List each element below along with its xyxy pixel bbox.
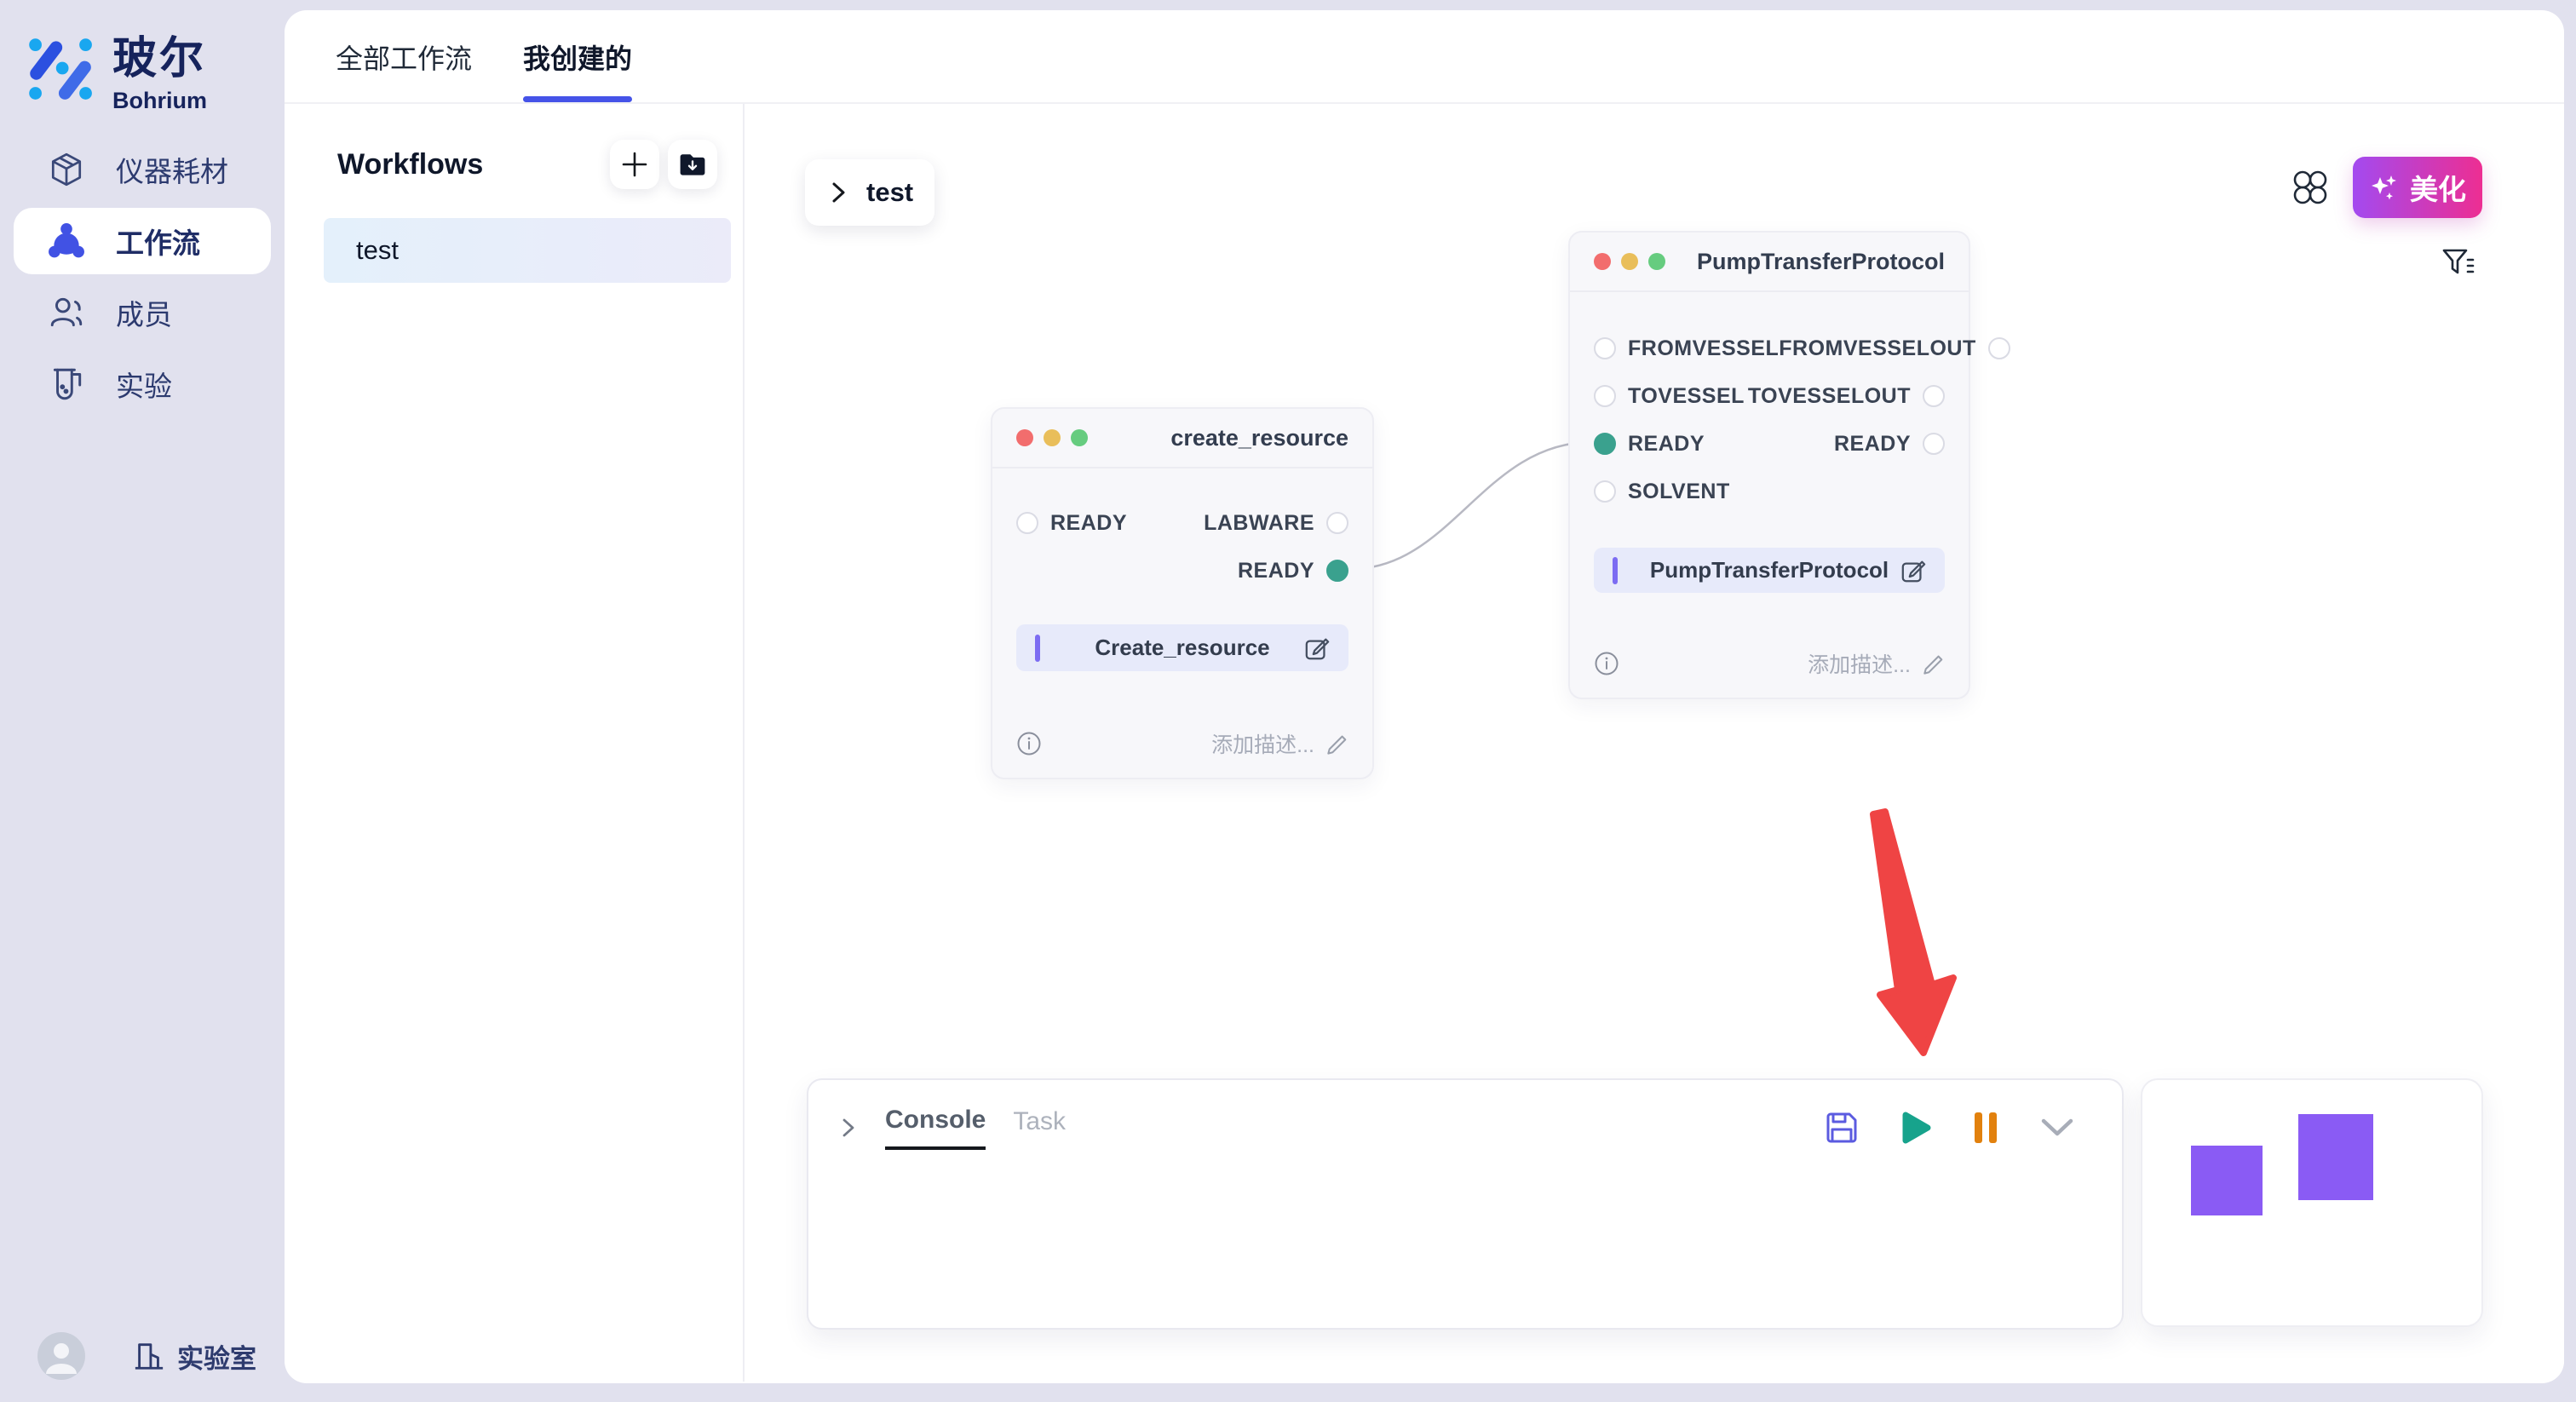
- chevron-right-icon: [829, 180, 848, 205]
- port-tovesselout[interactable]: TOVESSELOUT: [1748, 384, 1945, 409]
- node-title: create_resource: [1170, 425, 1348, 451]
- port-circle[interactable]: [1594, 337, 1616, 359]
- workflow-list-item-test[interactable]: test: [324, 218, 731, 283]
- sparkles-icon: [2369, 172, 2400, 203]
- members-icon: [48, 294, 85, 331]
- traffic-dot-green: [1648, 253, 1665, 270]
- brand-name-en: Bohrium: [112, 88, 207, 114]
- box-icon: [48, 151, 85, 188]
- workflows-title: Workflows: [337, 148, 483, 181]
- port-circle[interactable]: [1594, 385, 1616, 407]
- traffic-dot-yellow: [1044, 429, 1061, 446]
- import-workflow-button[interactable]: [668, 140, 717, 189]
- sidebar-item-instruments[interactable]: 仪器耗材: [14, 136, 271, 203]
- add-description[interactable]: 添加描述...: [1808, 648, 1945, 679]
- port-solvent[interactable]: SOLVENT: [1594, 480, 1730, 504]
- workflow-canvas[interactable]: test 美化: [745, 104, 2564, 1382]
- avatar[interactable]: [37, 1332, 85, 1380]
- text-caret: [1035, 635, 1040, 662]
- edit-square-icon[interactable]: [1900, 558, 1926, 583]
- add-description[interactable]: 添加描述...: [1211, 728, 1348, 759]
- info-icon[interactable]: [1594, 651, 1619, 676]
- command-clover-icon[interactable]: [2291, 169, 2329, 206]
- port-ready-in[interactable]: READY: [1016, 511, 1127, 536]
- experiment-icon: [48, 365, 85, 403]
- port-ready-in[interactable]: READY: [1594, 432, 1705, 457]
- lab-label: 实验室: [177, 1337, 256, 1376]
- brand-name-zh: 玻尔: [112, 22, 207, 86]
- beautify-button[interactable]: 美化: [2353, 157, 2482, 218]
- port-circle-connected[interactable]: [1594, 433, 1616, 455]
- bohrium-logo-icon: [26, 34, 94, 102]
- sidebar-item-label: 实验: [116, 364, 172, 405]
- sidebar: 玻尔 Bohrium 仪器耗材: [0, 0, 285, 1402]
- port-fromvesselout[interactable]: FROMVESSELOUT: [1779, 336, 2010, 361]
- lab-switcher[interactable]: 实验室: [133, 1337, 256, 1376]
- port-labware-out[interactable]: LABWARE: [1204, 511, 1348, 536]
- traffic-dot-yellow: [1621, 253, 1638, 270]
- port-circle[interactable]: [1923, 433, 1945, 455]
- node-title: PumpTransferProtocol: [1697, 249, 1945, 275]
- port-tovessel[interactable]: TOVESSEL: [1594, 384, 1745, 409]
- tab-task[interactable]: Task: [1013, 1107, 1066, 1148]
- save-icon[interactable]: [1824, 1110, 1860, 1146]
- main-content: 全部工作流 我创建的 Workflows: [285, 10, 2564, 1383]
- minimap[interactable]: [2141, 1078, 2483, 1327]
- brand-logo: 玻尔 Bohrium: [26, 22, 207, 114]
- port-circle[interactable]: [1326, 512, 1348, 534]
- edit-square-icon[interactable]: [1304, 635, 1330, 661]
- console-panel: Console Task: [807, 1078, 2124, 1330]
- beautify-label: 美化: [2410, 167, 2466, 208]
- breadcrumb-label: test: [866, 177, 913, 208]
- sidebar-item-label: 成员: [116, 292, 172, 333]
- sidebar-item-label: 工作流: [116, 221, 200, 261]
- sidebar-item-members[interactable]: 成员: [14, 279, 271, 346]
- breadcrumb[interactable]: test: [805, 159, 934, 226]
- node-action-create-resource[interactable]: Create_resource: [1016, 624, 1348, 671]
- pencil-icon: [1326, 733, 1348, 755]
- add-workflow-button[interactable]: [610, 140, 659, 189]
- node-create-resource[interactable]: create_resource READY LABWARE: [991, 407, 1374, 779]
- tab-all-workflows[interactable]: 全部工作流: [336, 37, 472, 102]
- node-action-pump-transfer[interactable]: PumpTransferProtocol: [1594, 548, 1945, 593]
- sidebar-item-experiment[interactable]: 实验: [14, 351, 271, 417]
- folder-download-icon: [677, 149, 708, 180]
- workflow-icon: [48, 222, 85, 260]
- sidebar-item-label: 仪器耗材: [116, 149, 228, 190]
- port-circle-connected[interactable]: [1326, 560, 1348, 582]
- traffic-dot-red: [1016, 429, 1033, 446]
- traffic-dot-green: [1071, 429, 1088, 446]
- sidebar-nav: 仪器耗材 工作流 成员: [0, 136, 285, 417]
- port-ready-out[interactable]: READY: [1238, 559, 1348, 583]
- port-circle[interactable]: [1923, 385, 1945, 407]
- expand-chevron-icon[interactable]: [839, 1116, 858, 1140]
- plus-icon: [620, 150, 649, 179]
- pause-icon[interactable]: [1972, 1110, 1999, 1146]
- collapse-chevron-down-icon[interactable]: [2038, 1117, 2076, 1139]
- port-circle[interactable]: [1016, 512, 1038, 534]
- port-circle[interactable]: [1988, 337, 2010, 359]
- sidebar-item-workflow[interactable]: 工作流: [14, 208, 271, 274]
- minimap-node-pump-transfer: [2298, 1114, 2373, 1200]
- traffic-dot-red: [1594, 253, 1611, 270]
- filter-icon[interactable]: [2440, 245, 2475, 281]
- node-header: PumpTransferProtocol: [1570, 233, 1969, 292]
- node-pump-transfer-protocol[interactable]: PumpTransferProtocol FROMVESSEL FROMVESS…: [1568, 231, 1970, 699]
- minimap-node-create-resource: [2191, 1146, 2263, 1215]
- tab-console[interactable]: Console: [885, 1106, 986, 1150]
- tab-created-by-me[interactable]: 我创建的: [523, 37, 632, 102]
- run-icon[interactable]: [1899, 1110, 1933, 1146]
- port-circle[interactable]: [1594, 480, 1616, 503]
- node-header: create_resource: [992, 409, 1372, 468]
- text-caret: [1613, 557, 1618, 584]
- port-fromvessel[interactable]: FROMVESSEL: [1594, 336, 1779, 361]
- info-icon[interactable]: [1016, 731, 1042, 756]
- pencil-icon: [1923, 652, 1945, 675]
- building-icon: [133, 1340, 165, 1372]
- port-ready-out[interactable]: READY: [1834, 432, 1945, 457]
- workflows-panel: Workflows: [285, 104, 745, 1382]
- workflow-tabbar: 全部工作流 我创建的: [285, 10, 2564, 104]
